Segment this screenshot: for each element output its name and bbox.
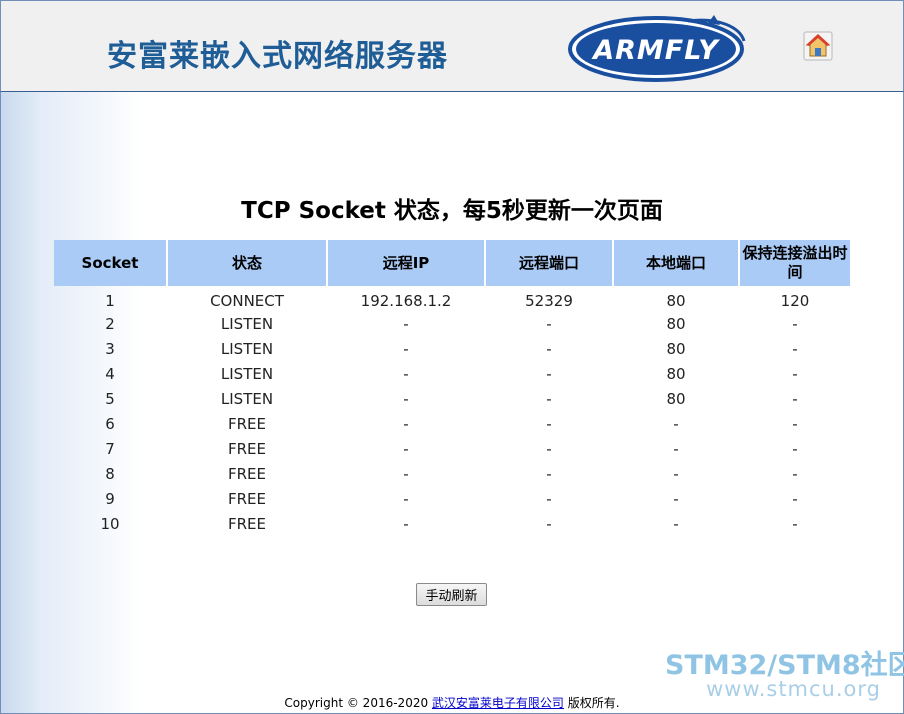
cell-remote-ip: 192.168.1.2 (360, 291, 452, 310)
table-header-row: Socket 状态 远程IP 远程端口 本地端口 保持连接溢出时间 (54, 240, 850, 286)
table-row: 10 FREE - - - - (54, 511, 850, 536)
table-row: 8 FREE - - - - (54, 461, 850, 486)
cell-status: FREE (227, 439, 266, 458)
cell-remote-ip: - (403, 439, 409, 458)
cell-remote-ip: - (403, 389, 409, 408)
page-heading: TCP Socket 状态，每5秒更新一次页面 (241, 198, 663, 224)
cell-keepalive: - (792, 389, 798, 408)
cell-remote-port: - (546, 514, 552, 533)
table-row: 6 FREE - - - - (54, 411, 850, 436)
cell-socket: 4 (105, 364, 115, 383)
cell-status: LISTEN (220, 339, 274, 358)
table-body: 1 CONNECT 192.168.1.2 52329 80 120 2 LIS… (54, 286, 850, 536)
cell-remote-ip: - (403, 364, 409, 383)
cell-remote-ip: - (403, 314, 409, 333)
cell-remote-port: - (546, 439, 552, 458)
cell-keepalive: - (792, 439, 798, 458)
cell-local-port: - (673, 514, 679, 533)
logo-text: ARMFLY (591, 35, 720, 66)
col-header-local-port: 本地端口 (614, 240, 738, 286)
cell-remote-port: 52329 (525, 291, 573, 310)
cell-status: LISTEN (220, 364, 274, 383)
table-row: 7 FREE - - - - (54, 436, 850, 461)
cell-remote-port: - (546, 389, 552, 408)
cell-socket: 10 (100, 514, 120, 533)
cell-status: CONNECT (210, 291, 284, 310)
cell-status: FREE (227, 489, 266, 508)
table-row: 5 LISTEN - - 80 - (54, 386, 850, 411)
cell-socket: 8 (105, 464, 115, 483)
cell-keepalive: - (792, 364, 798, 383)
cell-keepalive: - (792, 339, 798, 358)
cell-keepalive: - (792, 314, 798, 333)
cell-status: LISTEN (220, 389, 274, 408)
cell-socket: 2 (105, 314, 115, 333)
cell-remote-ip: - (403, 339, 409, 358)
col-header-keepalive-timeout: 保持连接溢出时间 (740, 240, 850, 286)
cell-remote-ip: - (403, 489, 409, 508)
cell-local-port: - (673, 414, 679, 433)
cell-remote-port: - (546, 414, 552, 433)
cell-local-port: - (673, 464, 679, 483)
cell-remote-ip: - (403, 514, 409, 533)
cell-local-port: 80 (666, 389, 686, 408)
cell-remote-port: - (546, 314, 552, 333)
cell-socket: 9 (105, 489, 115, 508)
table-row: 2 LISTEN - - 80 - (54, 311, 850, 336)
cell-local-port: - (673, 439, 679, 458)
cell-remote-port: - (546, 489, 552, 508)
copyright-text: Copyright © 2016-2020 (284, 696, 432, 710)
cell-status: FREE (227, 514, 266, 533)
cell-remote-port: - (546, 464, 552, 483)
cell-remote-ip: - (403, 414, 409, 433)
armfly-logo: ARMFLY (568, 15, 746, 82)
cell-remote-port: - (546, 339, 552, 358)
cell-socket: 1 (105, 291, 115, 310)
table-row: 1 CONNECT 192.168.1.2 52329 80 120 (54, 286, 850, 311)
cell-local-port: 80 (666, 314, 686, 333)
cell-status: LISTEN (220, 314, 274, 333)
cell-remote-ip: - (403, 464, 409, 483)
cell-local-port: - (673, 489, 679, 508)
site-title: 安富莱嵌入式网络服务器 (107, 39, 448, 74)
table-row: 3 LISTEN - - 80 - (54, 336, 850, 361)
col-header-status: 状态 (168, 240, 326, 286)
page-header: 安富莱嵌入式网络服务器 ARMFLY (0, 0, 904, 92)
cell-socket: 5 (105, 389, 115, 408)
cell-keepalive: 120 (780, 291, 810, 310)
manual-refresh-button[interactable]: 手动刷新 (416, 583, 487, 606)
cell-status: FREE (227, 414, 266, 433)
company-link[interactable]: 武汉安富莱电子有限公司 (432, 696, 564, 710)
watermark-title: STM32/STM8社区 (665, 650, 904, 681)
cell-local-port: 80 (666, 339, 686, 358)
cell-socket: 6 (105, 414, 115, 433)
col-header-remote-port: 远程端口 (486, 240, 612, 286)
watermark: STM32/STM8社区 www.stmcu.org (665, 650, 904, 701)
cell-keepalive: - (792, 464, 798, 483)
rights-text: 版权所有. (563, 696, 620, 710)
cell-socket: 3 (105, 339, 115, 358)
cell-remote-port: - (546, 364, 552, 383)
cell-socket: 7 (105, 439, 115, 458)
cell-local-port: 80 (666, 364, 686, 383)
home-icon[interactable] (803, 31, 833, 61)
cell-local-port: 80 (666, 291, 686, 310)
col-header-remote-ip: 远程IP (328, 240, 484, 286)
cell-status: FREE (227, 464, 266, 483)
table-row: 9 FREE - - - - (54, 486, 850, 511)
table-row: 4 LISTEN - - 80 - (54, 361, 850, 386)
cell-keepalive: - (792, 489, 798, 508)
socket-status-table: Socket 状态 远程IP 远程端口 本地端口 保持连接溢出时间 1 CONN… (52, 240, 852, 536)
cell-keepalive: - (792, 514, 798, 533)
col-header-socket: Socket (54, 240, 166, 286)
cell-keepalive: - (792, 414, 798, 433)
watermark-url: www.stmcu.org (706, 677, 881, 701)
